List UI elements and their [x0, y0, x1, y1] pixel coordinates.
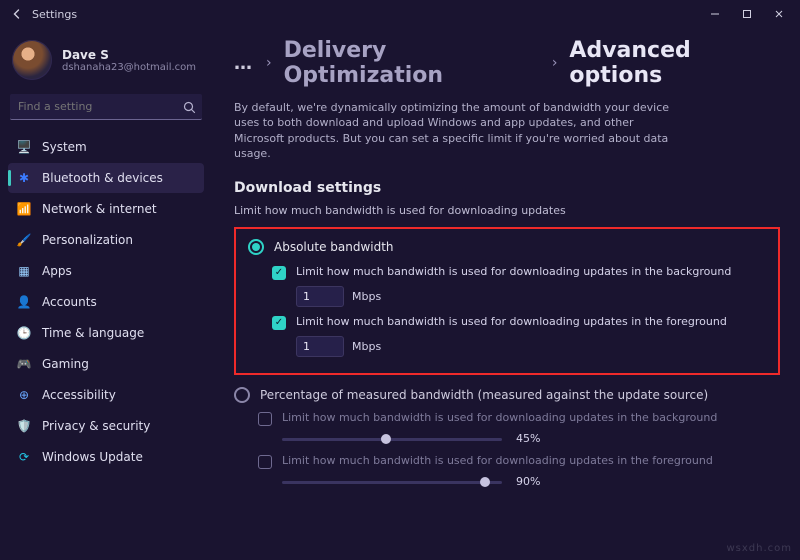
nav-list: 🖥️ System ✱ Bluetooth & devices 📶 Network & i…: [8, 132, 204, 472]
slider-pct-fg-value: 90%: [516, 475, 546, 488]
back-button[interactable]: [6, 3, 28, 25]
sidebar-item-time-language[interactable]: 🕒 Time & language: [8, 318, 204, 348]
minimize-button[interactable]: [700, 3, 730, 25]
nav-icon: 🕒: [16, 325, 32, 341]
radio-absolute-bandwidth[interactable]: Absolute bandwidth: [248, 239, 766, 255]
chevron-right-icon: ›: [266, 55, 272, 71]
slider-pct-bg-value: 45%: [516, 432, 546, 445]
nav-icon: 🛡️: [16, 418, 32, 434]
sidebar-item-label: Windows Update: [42, 450, 143, 464]
section-title-download: Download settings: [234, 180, 780, 196]
close-button[interactable]: [764, 3, 794, 25]
checkbox-pct-fg-limit: Limit how much bandwidth is used for dow…: [258, 454, 780, 469]
sidebar-item-label: Bluetooth & devices: [42, 171, 163, 185]
sidebar-item-system[interactable]: 🖥️ System: [8, 132, 204, 162]
titlebar: Settings: [0, 0, 800, 28]
sidebar-item-bluetooth-devices[interactable]: ✱ Bluetooth & devices: [8, 163, 204, 193]
checkbox-fg-label: Limit how much bandwidth is used for dow…: [296, 315, 727, 328]
chevron-right-icon: ›: [552, 55, 558, 71]
sidebar-item-label: Personalization: [42, 233, 133, 247]
highlight-box: Absolute bandwidth ✓ Limit how much band…: [234, 227, 780, 375]
nav-icon: 🎮: [16, 356, 32, 372]
sidebar-item-personalization[interactable]: 🖌️ Personalization: [8, 225, 204, 255]
breadcrumb-current: Advanced options: [569, 38, 780, 88]
fg-unit-label: Mbps: [352, 340, 381, 353]
sidebar-item-label: Time & language: [42, 326, 144, 340]
main-content: … › Delivery Optimization › Advanced opt…: [210, 28, 800, 560]
sidebar-item-label: Apps: [42, 264, 72, 278]
sidebar-item-label: Gaming: [42, 357, 89, 371]
sidebar-item-apps[interactable]: ▦ Apps: [8, 256, 204, 286]
user-email: dshanaha23@hotmail.com: [62, 62, 196, 73]
checkbox-unchecked-icon: [258, 455, 272, 469]
checkbox-unchecked-icon: [258, 412, 272, 426]
breadcrumb-overflow[interactable]: …: [234, 53, 254, 74]
radio-percentage-bandwidth[interactable]: Percentage of measured bandwidth (measur…: [234, 387, 780, 403]
checkbox-pct-bg-limit: Limit how much bandwidth is used for dow…: [258, 411, 780, 426]
sidebar-item-gaming[interactable]: 🎮 Gaming: [8, 349, 204, 379]
sidebar-item-label: Privacy & security: [42, 419, 150, 433]
checkbox-fg-limit[interactable]: ✓ Limit how much bandwidth is used for d…: [272, 315, 766, 330]
profile-block[interactable]: Dave S dshanaha23@hotmail.com: [8, 34, 204, 90]
checkbox-checked-icon: ✓: [272, 316, 286, 330]
radio-percentage-label: Percentage of measured bandwidth (measur…: [260, 388, 708, 402]
section-subtitle: Limit how much bandwidth is used for dow…: [234, 204, 780, 217]
fg-bandwidth-input[interactable]: [296, 336, 344, 357]
search-icon: [183, 99, 196, 118]
radio-unselected-icon: [234, 387, 250, 403]
sidebar: Dave S dshanaha23@hotmail.com 🖥️ System ✱ B…: [0, 28, 210, 560]
sidebar-item-accessibility[interactable]: ⊕ Accessibility: [8, 380, 204, 410]
checkbox-pct-bg-label: Limit how much bandwidth is used for dow…: [282, 411, 717, 424]
sidebar-item-accounts[interactable]: 👤 Accounts: [8, 287, 204, 317]
user-name: Dave S: [62, 48, 196, 62]
radio-selected-icon: [248, 239, 264, 255]
sidebar-item-label: System: [42, 140, 87, 154]
search-input[interactable]: [10, 94, 202, 120]
bg-unit-label: Mbps: [352, 290, 381, 303]
nav-icon: ⊕: [16, 387, 32, 403]
breadcrumb-prev[interactable]: Delivery Optimization: [284, 38, 540, 88]
nav-icon: ✱: [16, 170, 32, 186]
sidebar-item-label: Accessibility: [42, 388, 116, 402]
bg-bandwidth-input[interactable]: [296, 286, 344, 307]
nav-icon: 🖥️: [16, 139, 32, 155]
nav-icon: ⟳: [16, 449, 32, 465]
slider-pct-bg: 45%: [282, 432, 780, 446]
window-title: Settings: [32, 8, 77, 21]
nav-icon: 📶: [16, 201, 32, 217]
sidebar-item-label: Network & internet: [42, 202, 157, 216]
checkbox-bg-limit[interactable]: ✓ Limit how much bandwidth is used for d…: [272, 265, 766, 280]
checkbox-bg-label: Limit how much bandwidth is used for dow…: [296, 265, 731, 278]
checkbox-checked-icon: ✓: [272, 266, 286, 280]
sidebar-item-label: Accounts: [42, 295, 97, 309]
nav-icon: ▦: [16, 263, 32, 279]
page-description: By default, we're dynamically optimizing…: [234, 100, 674, 162]
avatar: [12, 40, 52, 80]
sidebar-item-privacy-security[interactable]: 🛡️ Privacy & security: [8, 411, 204, 441]
watermark: wsxdh.com: [726, 543, 792, 554]
nav-icon: 👤: [16, 294, 32, 310]
checkbox-pct-fg-label: Limit how much bandwidth is used for dow…: [282, 454, 713, 467]
maximize-button[interactable]: [732, 3, 762, 25]
nav-icon: 🖌️: [16, 232, 32, 248]
sidebar-item-windows-update[interactable]: ⟳ Windows Update: [8, 442, 204, 472]
slider-pct-fg: 90%: [282, 475, 780, 489]
radio-absolute-label: Absolute bandwidth: [274, 240, 394, 254]
breadcrumb: … › Delivery Optimization › Advanced opt…: [234, 38, 780, 88]
sidebar-item-network-internet[interactable]: 📶 Network & internet: [8, 194, 204, 224]
